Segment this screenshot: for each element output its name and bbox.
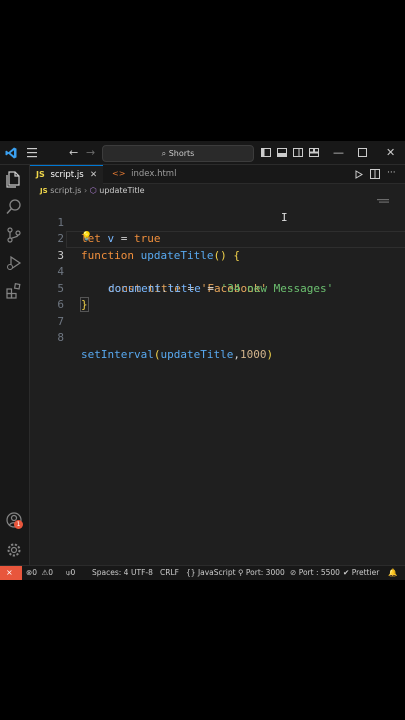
tab-label: script.js xyxy=(50,170,84,180)
warning-count: 0 xyxy=(48,568,53,577)
end-of-line[interactable]: CRLF xyxy=(160,566,179,580)
info-indicator[interactable]: ⍦0 xyxy=(66,566,75,580)
customize-layout-icon[interactable] xyxy=(309,148,319,157)
code-line-8: 8 setInterval(updateTitle,1000) xyxy=(30,314,405,361)
tab-label: index.html xyxy=(131,169,177,179)
search-icon[interactable] xyxy=(5,198,23,216)
radio-tower-icon: ⚲ xyxy=(238,568,244,577)
paren: ) xyxy=(266,347,274,361)
toggle-panel-icon[interactable] xyxy=(277,148,287,157)
problems-indicator[interactable]: ⊗0 ⚠0 xyxy=(26,566,53,580)
code-line-5: 5 } xyxy=(30,264,405,312)
encoding[interactable]: UTF-8 xyxy=(131,566,153,580)
gear-icon[interactable] xyxy=(5,541,23,559)
accounts-badge: 1 xyxy=(14,520,23,529)
prettier-status[interactable]: ✔ Prettier xyxy=(343,566,379,580)
live-server-port[interactable]: ⚲ Port: 3000 xyxy=(238,566,285,580)
code-line-1: 1 let v = true xyxy=(30,198,405,246)
minimize-icon[interactable]: — xyxy=(333,141,344,164)
activity-bar: 1 xyxy=(0,165,30,565)
search-icon: ⌕ xyxy=(161,149,167,158)
status-bar: ⨯ ⊗0 ⚠0 ⍦0 Spaces: 4 UTF-8 CRLF {} JavaS… xyxy=(0,565,405,580)
js-file-icon: JS xyxy=(40,187,48,195)
vscode-window: ← → ⌕ Shorts — ✕ 1 JS script.js ✕ <> ind… xyxy=(0,141,405,580)
braces-icon: {} xyxy=(186,568,196,577)
split-editor-icon[interactable] xyxy=(370,169,380,179)
code-line-4: 4 document.title = '34 new Messages' xyxy=(30,248,405,295)
number: 1000 xyxy=(239,347,267,361)
code-editor[interactable]: 1 let v = true 2 function updateTitle() … xyxy=(30,198,405,564)
comma: , xyxy=(233,347,240,361)
editor-tabs: JS script.js ✕ <> index.html ··· xyxy=(30,165,405,185)
code-line-6: 6 xyxy=(30,281,405,311)
html-file-icon: <> xyxy=(112,169,126,178)
forward-arrow-icon[interactable]: → xyxy=(86,141,95,164)
js-file-icon: JS xyxy=(36,170,45,179)
code-line-3: 3 💡 const title = 'Facebook' xyxy=(30,229,405,295)
code-line-7: 7 xyxy=(30,297,405,328)
search-label: Shorts xyxy=(168,149,195,158)
language-label: JavaScript xyxy=(197,568,236,577)
remote-icon: ⨯ xyxy=(6,568,13,577)
command-center-search[interactable]: ⌕ Shorts xyxy=(102,145,254,162)
live-server-port-secondary[interactable]: ⊘ Port : 5500 xyxy=(290,566,340,580)
prettier-label: Prettier xyxy=(351,568,380,577)
text-cursor: I xyxy=(281,211,288,224)
lightbulb-icon[interactable]: 💡 xyxy=(81,229,92,246)
tab-index-html[interactable]: <> index.html xyxy=(106,165,186,183)
argument: updateTitle xyxy=(160,347,234,361)
explorer-icon[interactable] xyxy=(5,170,23,188)
extensions-icon[interactable] xyxy=(5,282,23,300)
indentation[interactable]: Spaces: 4 xyxy=(92,566,128,580)
language-mode[interactable]: {} JavaScript xyxy=(186,566,236,580)
error-count: 0 xyxy=(32,568,38,577)
run-debug-icon[interactable] xyxy=(5,254,23,272)
run-icon[interactable] xyxy=(355,170,363,179)
line-number: 8 xyxy=(57,331,64,344)
symbol-method-icon: ⬡ xyxy=(89,186,97,195)
close-tab-icon[interactable]: ✕ xyxy=(90,166,97,184)
breadcrumb-symbol[interactable]: updateTitle xyxy=(99,186,144,195)
close-window-icon[interactable]: ✕ xyxy=(386,141,395,164)
function-name: setInterval xyxy=(81,347,154,361)
toggle-secondary-sidebar-icon[interactable] xyxy=(293,148,303,157)
breadcrumb: JS script.js › ⬡ updateTitle xyxy=(40,185,145,197)
remote-indicator[interactable]: ⨯ xyxy=(0,566,22,580)
block-icon: ⊘ xyxy=(290,568,297,577)
toggle-sidebar-icon[interactable] xyxy=(261,148,271,157)
info-count: 0 xyxy=(70,568,76,577)
back-arrow-icon[interactable]: ← xyxy=(69,141,78,164)
title-bar: ← → ⌕ Shorts — ✕ xyxy=(0,141,405,165)
port-label: Port : 5500 xyxy=(298,568,340,577)
source-control-icon[interactable] xyxy=(5,226,23,244)
maximize-icon[interactable] xyxy=(358,148,367,157)
vscode-logo-icon xyxy=(5,147,17,159)
notifications-bell-icon[interactable]: 🔔 xyxy=(388,566,397,580)
chevron-right-icon: › xyxy=(83,186,88,195)
more-actions-icon[interactable]: ··· xyxy=(387,165,396,181)
double-check-icon: ✔ xyxy=(343,568,350,577)
tab-script-js[interactable]: JS script.js ✕ xyxy=(30,165,103,185)
port-label: Port: 3000 xyxy=(245,568,285,577)
breadcrumb-file[interactable]: script.js xyxy=(50,186,81,195)
badge-count: 1 xyxy=(16,521,21,528)
